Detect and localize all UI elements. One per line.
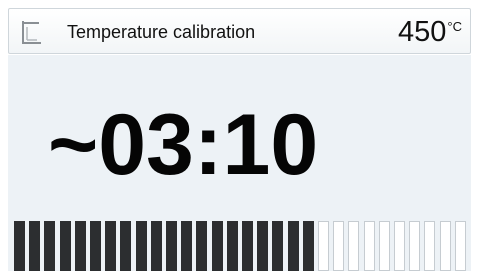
progress-segment-filled [181, 221, 192, 271]
progress-segment-filled [196, 221, 207, 271]
progress-segment-filled [288, 221, 299, 271]
temperature-value: 450 [398, 16, 447, 48]
progress-segment-filled [151, 221, 162, 271]
progress-segment-empty [333, 221, 344, 271]
temperature-readout: 450 °C [398, 15, 462, 49]
calibration-icon [19, 19, 45, 45]
page-title: Temperature calibration [67, 22, 256, 42]
progress-bar [14, 221, 471, 271]
progress-segment-filled [303, 221, 314, 271]
device-screen: Temperature calibration 450 °C ~03:10 [0, 0, 479, 271]
progress-segment-filled [14, 221, 25, 271]
progress-segment-filled [257, 221, 268, 271]
progress-segment-empty [364, 221, 375, 271]
progress-segment-empty [348, 221, 359, 271]
screen-edge [471, 0, 479, 271]
progress-segment-empty [440, 221, 451, 271]
progress-segment-empty [379, 221, 390, 271]
remaining-time: ~03:10 [48, 97, 319, 193]
progress-segment-filled [166, 221, 177, 271]
progress-segment-filled [212, 221, 223, 271]
progress-segment-filled [105, 221, 116, 271]
progress-segment-filled [60, 221, 71, 271]
progress-segment-empty [409, 221, 420, 271]
progress-segment-filled [272, 221, 283, 271]
header-bar: Temperature calibration 450 °C [8, 8, 471, 54]
progress-segment-empty [394, 221, 405, 271]
progress-segment-filled [136, 221, 147, 271]
progress-segment-filled [90, 221, 101, 271]
temperature-unit: °C [447, 19, 462, 34]
progress-segment-filled [29, 221, 40, 271]
progress-segment-filled [75, 221, 86, 271]
progress-segment-filled [227, 221, 238, 271]
main-panel: ~03:10 [8, 55, 471, 271]
progress-segment-empty [318, 221, 329, 271]
progress-segment-filled [120, 221, 131, 271]
progress-segment-empty [455, 221, 466, 271]
progress-segment-filled [242, 221, 253, 271]
progress-segment-filled [44, 221, 55, 271]
progress-segment-empty [424, 221, 435, 271]
